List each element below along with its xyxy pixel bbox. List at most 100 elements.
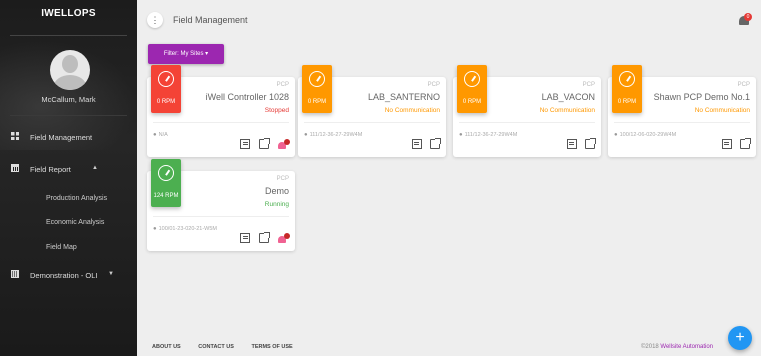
site-card[interactable]: 0 RPM PCP LAB_VACON No Communication ● 11… [453, 65, 601, 157]
sidebar-item-label: Field Report [30, 165, 71, 174]
details-icon[interactable] [240, 139, 251, 149]
site-status: Stopped [264, 107, 289, 114]
menu-button[interactable]: ⋮ [147, 12, 163, 28]
page-title: Field Management [173, 15, 248, 25]
location-pin-icon: ● [614, 132, 618, 138]
open-external-icon[interactable] [585, 138, 596, 149]
sidebar-item-label: Demonstration - OLI [30, 271, 98, 280]
brand-logo[interactable]: IWELLOPS [0, 8, 137, 28]
location-text: 111/12-36-27-29W4M [309, 132, 363, 138]
filter-sites-button[interactable]: Filter: My Sites ▾ [148, 44, 224, 64]
sidebar-subitem-production-analysis[interactable]: Production Analysis [46, 195, 107, 202]
open-external-icon[interactable] [430, 138, 441, 149]
notification-badge: 0 [744, 13, 752, 21]
card-actions [718, 138, 751, 151]
top-bar: ⋮ Field Management 0 [137, 0, 761, 40]
site-type: PCP [582, 82, 595, 88]
gauge-icon [309, 71, 325, 87]
gauge-icon [158, 165, 174, 181]
site-name: iWell Controller 1028 [205, 92, 289, 102]
location-pin-icon: ● [459, 132, 463, 138]
divider [10, 35, 127, 36]
site-location: ● 100/12-06-020-29W4M [614, 132, 676, 138]
site-card[interactable]: 0 RPM PCP Shawn PCP Demo No.1 No Communi… [608, 65, 756, 157]
site-location: ● 100/01-23-020-21-W5M [153, 226, 217, 232]
site-name: Shawn PCP Demo No.1 [653, 92, 750, 102]
divider [459, 122, 595, 123]
location-pin-icon: ● [153, 226, 157, 232]
rpm-value: 0 RPM [617, 99, 637, 105]
add-button[interactable]: + [728, 326, 752, 350]
avatar-body [54, 75, 86, 90]
location-text: 111/12-36-27-29W4M [464, 132, 518, 138]
divider [153, 216, 289, 217]
avatar-head [62, 55, 78, 73]
sidebar-item-label: Field Management [30, 133, 93, 142]
alarm-icon[interactable] [277, 139, 290, 151]
copyright: ©2018 Wellsite Automation [641, 344, 713, 350]
site-card[interactable]: 124 RPM PCP Demo Running ● 100/01-23-020-… [147, 159, 295, 251]
avatar[interactable] [50, 50, 90, 90]
card-actions [563, 138, 596, 151]
footer-link-contact[interactable]: CONTACT US [198, 344, 234, 350]
details-icon[interactable] [411, 139, 422, 149]
rpm-value: 0 RPM [462, 99, 482, 105]
status-badge: 0 RPM [457, 65, 487, 113]
site-status: Running [264, 201, 289, 208]
site-location: ● 111/12-36-27-29W4M [304, 132, 362, 138]
copyright-link[interactable]: Wellsite Automation [660, 344, 713, 350]
open-external-icon[interactable] [740, 138, 751, 149]
site-status: No Communication [694, 107, 750, 114]
site-name: Demo [264, 186, 289, 196]
sidebar: IWELLOPS McCallum, Mark Field Management… [0, 0, 137, 356]
details-icon[interactable] [566, 139, 577, 149]
divider [10, 115, 127, 116]
site-name: LAB_SANTERNO [367, 92, 440, 102]
location-text: N/A [158, 132, 168, 138]
details-icon[interactable] [721, 139, 732, 149]
site-type: PCP [276, 176, 289, 182]
gauge-icon [464, 71, 480, 87]
footer-links: ABOUT US CONTACT US TERMS OF USE [152, 344, 309, 350]
open-external-icon[interactable] [258, 138, 270, 149]
site-status: No Communication [539, 107, 595, 114]
location-pin-icon: ● [304, 132, 308, 138]
gauge-icon [619, 71, 635, 87]
sidebar-item-demonstration-oli[interactable]: Demonstration - OLI ▼ [0, 266, 137, 284]
footer-link-terms[interactable]: TERMS OF USE [251, 344, 292, 350]
site-location: ● 111/12-36-27-29W4M [459, 132, 517, 138]
sidebar-subitem-economic-analysis[interactable]: Economic Analysis [46, 219, 104, 226]
divider [304, 122, 440, 123]
chevron-up-icon: ▲ [92, 165, 98, 171]
card-actions [408, 138, 441, 151]
open-external-icon[interactable] [258, 232, 270, 243]
divider [153, 122, 289, 123]
building-icon [11, 270, 19, 278]
sidebar-item-field-report[interactable]: Field Report ▲ [0, 160, 137, 178]
details-icon[interactable] [240, 233, 251, 243]
chevron-down-icon: ▼ [108, 271, 114, 277]
site-location: ● N/A [153, 132, 168, 138]
location-pin-icon: ● [153, 132, 157, 138]
site-card[interactable]: 0 RPM PCP LAB_SANTERNO No Communication … [298, 65, 446, 157]
rpm-value: 124 RPM [153, 193, 179, 199]
copyright-text: ©2018 [640, 344, 661, 350]
dashboard-icon [11, 132, 19, 140]
sidebar-subitem-field-map[interactable]: Field Map [46, 244, 77, 251]
site-type: PCP [737, 82, 750, 88]
rpm-value: 0 RPM [156, 99, 176, 105]
user-name[interactable]: McCallum, Mark [0, 95, 137, 104]
status-badge: 0 RPM [612, 65, 642, 113]
site-type: PCP [276, 82, 289, 88]
gauge-icon [158, 71, 174, 87]
rpm-value: 0 RPM [307, 99, 327, 105]
sidebar-item-field-management[interactable]: Field Management [0, 128, 137, 146]
footer-link-about[interactable]: ABOUT US [152, 344, 181, 350]
card-actions [236, 138, 290, 151]
site-type: PCP [427, 82, 440, 88]
status-badge: 124 RPM [151, 159, 181, 207]
site-card[interactable]: 0 RPM PCP iWell Controller 1028 Stopped … [147, 65, 295, 157]
status-badge: 0 RPM [151, 65, 181, 113]
notifications-button[interactable]: 0 [738, 13, 752, 27]
alarm-icon[interactable] [277, 233, 290, 245]
